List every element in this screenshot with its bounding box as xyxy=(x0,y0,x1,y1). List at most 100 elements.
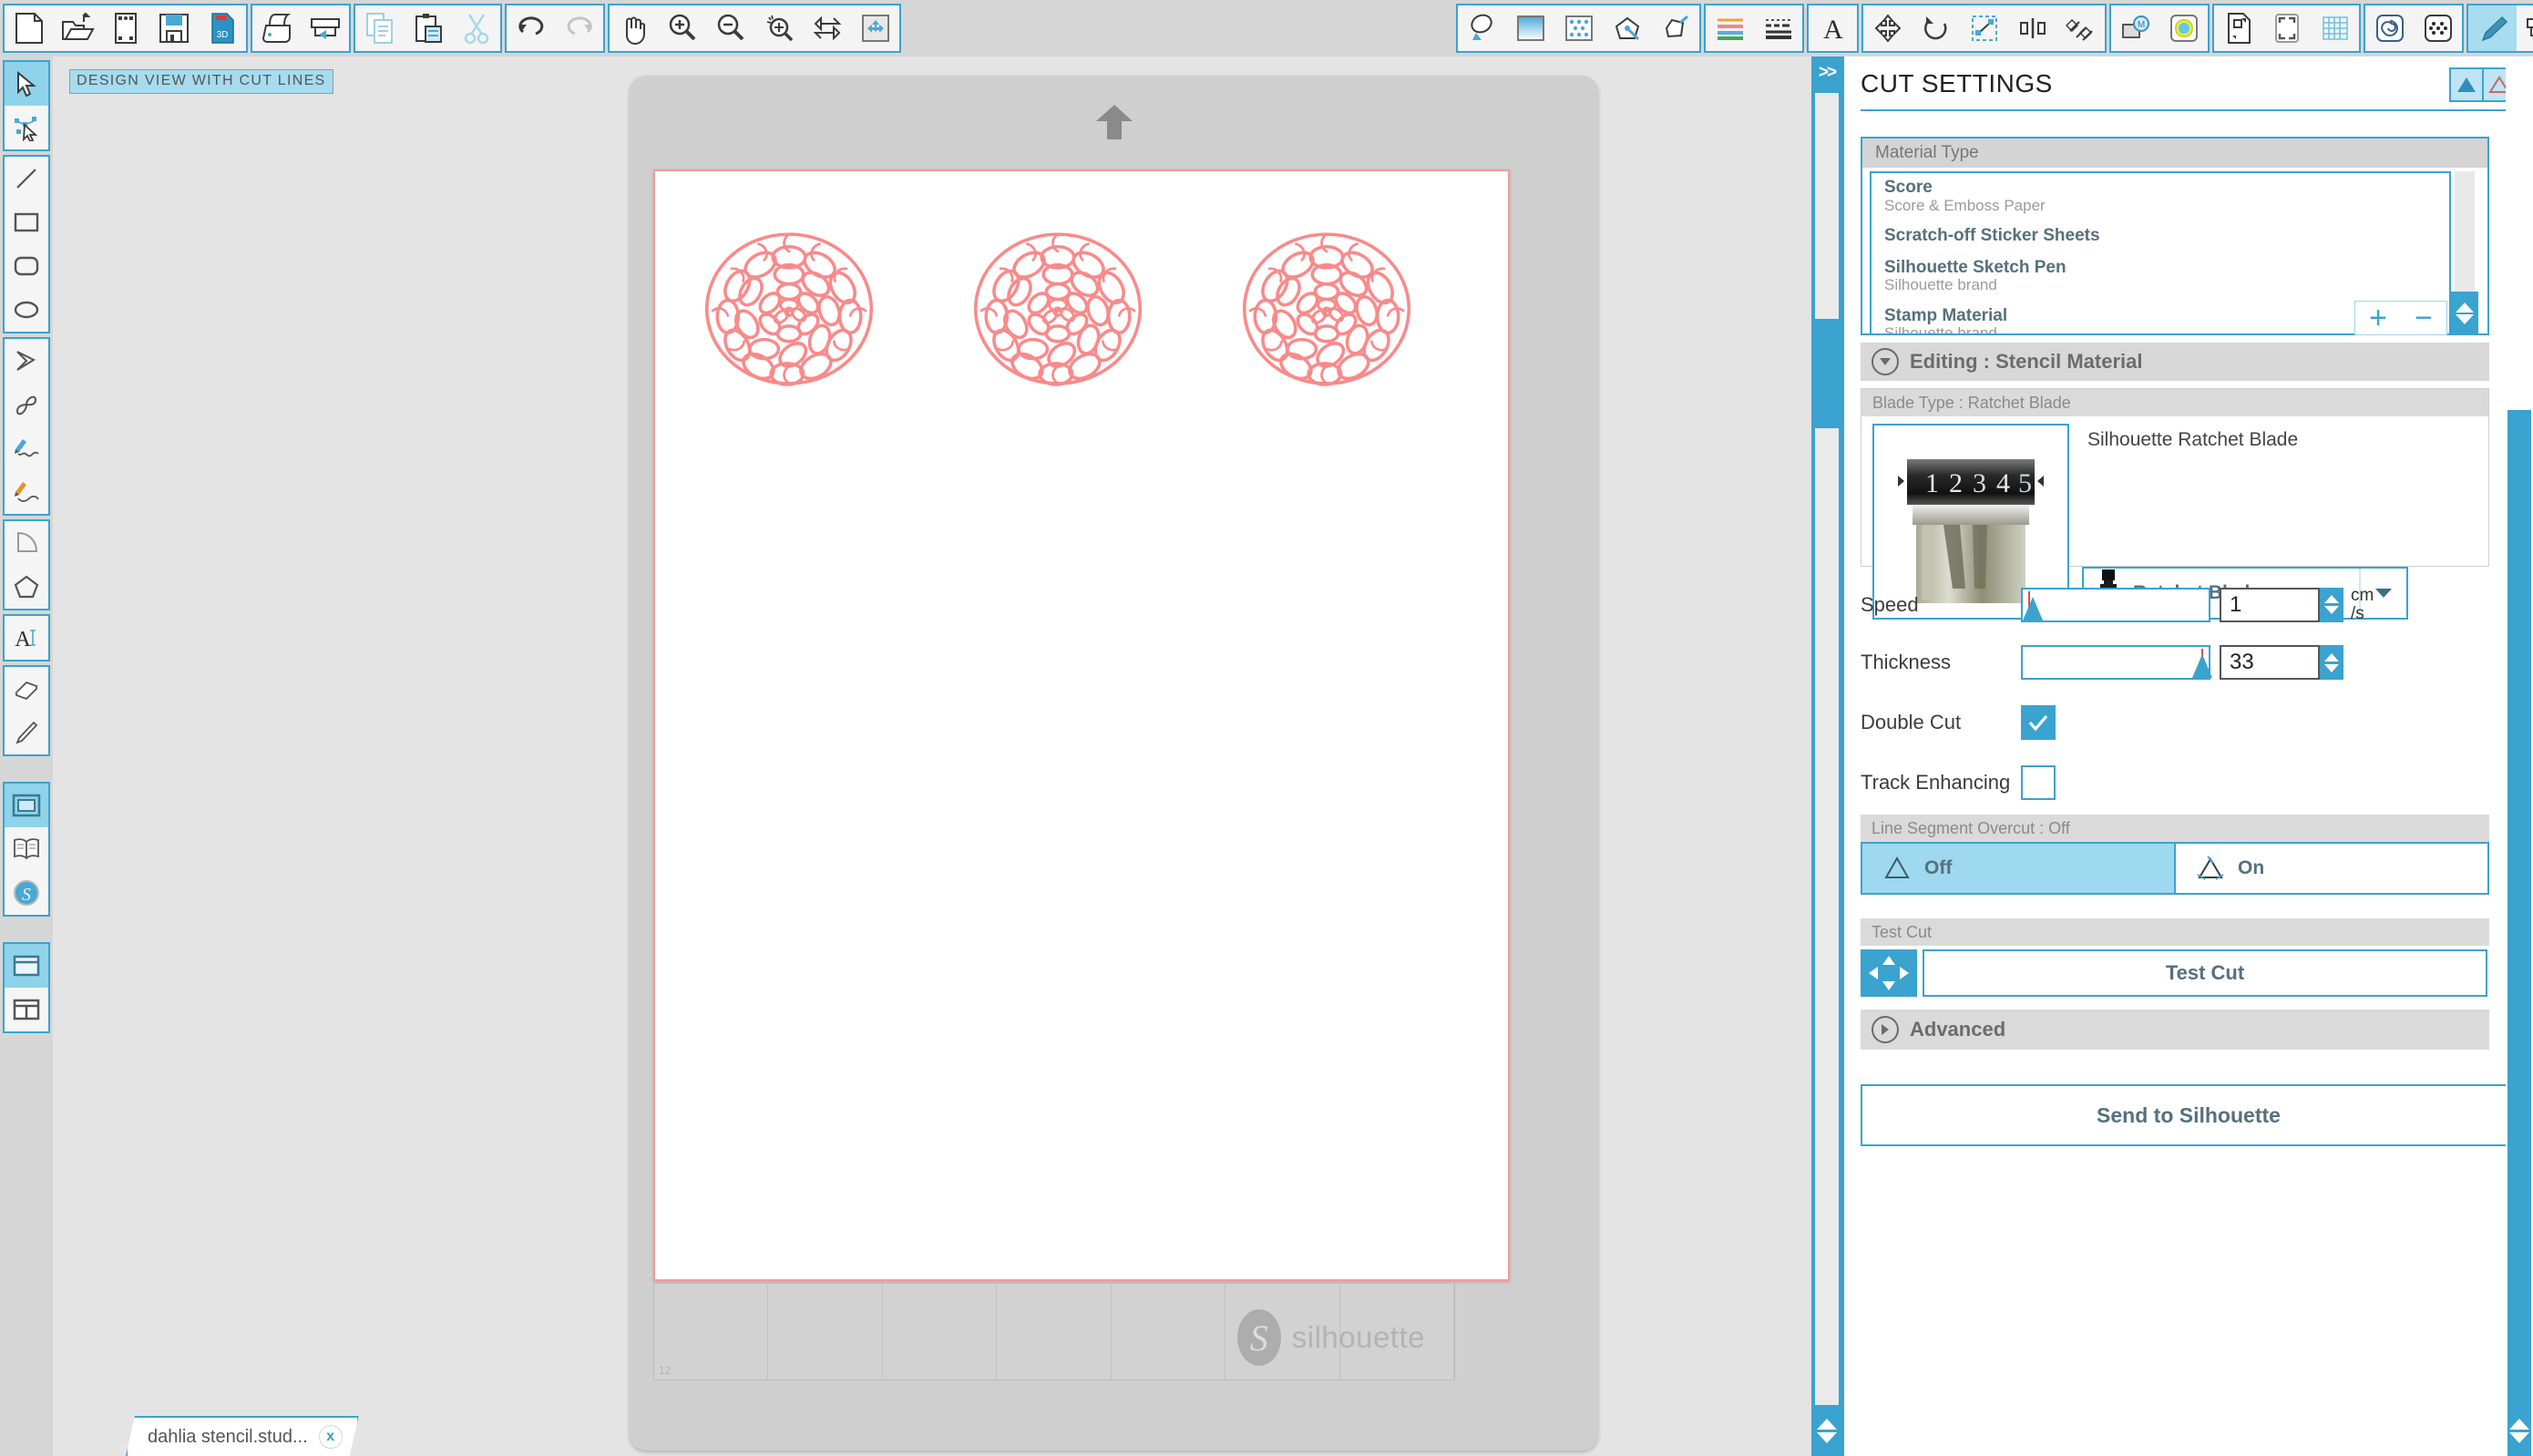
panel-scroll-thumb[interactable] xyxy=(2507,410,2531,1412)
track-enhancing-checkbox[interactable] xyxy=(2021,765,2056,800)
rotate-icon[interactable] xyxy=(1912,5,1960,51)
regular-polygon-tool-icon[interactable] xyxy=(5,565,48,609)
material-scroll-arrows[interactable] xyxy=(2451,292,2478,335)
test-cut-button[interactable]: Test Cut xyxy=(1923,949,2487,997)
smooth-freehand-tool-icon[interactable] xyxy=(5,470,48,514)
panel-vertical-scrollbar[interactable] xyxy=(2506,56,2533,1456)
gradient-fill-icon[interactable] xyxy=(1506,5,1554,51)
zoom-out-icon[interactable] xyxy=(706,5,754,51)
replicate-icon[interactable] xyxy=(2056,5,2105,51)
scrollbar-track[interactable] xyxy=(1815,93,1839,1405)
panel-collapse-icon[interactable]: >> xyxy=(1811,56,1842,89)
text-tool-icon[interactable]: A xyxy=(5,616,48,660)
design-page-icon[interactable] xyxy=(5,784,48,827)
save-icon[interactable] xyxy=(149,5,198,51)
scroll-down-icon[interactable] xyxy=(2456,314,2474,324)
registration-marks-icon[interactable] xyxy=(2262,5,2311,51)
knife-spiral-icon[interactable] xyxy=(2365,5,2414,51)
scale-icon[interactable] xyxy=(1960,5,2008,51)
zoom-in-icon[interactable] xyxy=(658,5,706,51)
speed-value-field[interactable]: 1 xyxy=(2220,587,2320,622)
arc-tool-icon[interactable] xyxy=(5,521,48,565)
send-to-cutter-icon[interactable] xyxy=(301,5,349,51)
speed-slider-knob[interactable] xyxy=(2023,596,2043,620)
dahlia-flower-3[interactable] xyxy=(1231,222,1422,395)
scroll-up-icon[interactable] xyxy=(2456,302,2474,313)
dahlia-flower-1[interactable] xyxy=(693,222,885,395)
stepper-down-icon[interactable] xyxy=(2324,663,2339,672)
trace-icon[interactable] xyxy=(2214,5,2262,51)
scrollbar-thumb[interactable] xyxy=(1815,319,1839,428)
single-view-icon[interactable] xyxy=(5,944,48,988)
new-document-icon[interactable] xyxy=(5,5,53,51)
stepper-down-icon[interactable] xyxy=(2324,606,2339,615)
grid-icon[interactable] xyxy=(2311,5,2359,51)
scroll-up-icon[interactable] xyxy=(2509,1418,2529,1430)
printer-icon[interactable] xyxy=(252,5,301,51)
thickness-value-field[interactable]: 33 xyxy=(2220,645,2320,680)
line-color-icon[interactable] xyxy=(1603,5,1651,51)
line-thickness-icon[interactable] xyxy=(1706,5,1754,51)
material-item-score[interactable]: Score Score & Emboss Paper xyxy=(1872,173,2449,221)
scroll-up-icon[interactable] xyxy=(1817,1418,1837,1430)
undo-icon[interactable] xyxy=(507,5,555,51)
material-item-sketch-pen[interactable]: Silhouette Sketch Pen Silhouette brand xyxy=(1872,253,2449,302)
scroll-down-icon[interactable] xyxy=(1817,1431,1837,1443)
dashed-lines-icon[interactable] xyxy=(1754,5,1802,51)
select-arrow-icon[interactable] xyxy=(5,62,48,106)
fit-to-window-icon[interactable] xyxy=(803,5,851,51)
stepper-up-icon[interactable] xyxy=(2324,595,2339,604)
speed-stepper[interactable] xyxy=(2320,587,2343,622)
thickness-slider[interactable] xyxy=(2021,645,2212,680)
thickness-slider-knob[interactable] xyxy=(2192,654,2212,678)
offset-icon[interactable] xyxy=(2159,5,2208,51)
stipple-icon[interactable] xyxy=(2414,5,2462,51)
chevron-right-icon[interactable] xyxy=(1872,1016,1899,1043)
rounded-rectangle-tool-icon[interactable] xyxy=(5,244,48,288)
chevron-down-icon[interactable] xyxy=(1872,348,1899,375)
curve-tool-icon[interactable] xyxy=(5,383,48,426)
zoom-selection-icon[interactable] xyxy=(754,5,803,51)
material-item-scratch-off[interactable]: Scratch-off Sticker Sheets xyxy=(1872,221,2449,253)
close-icon[interactable]: x xyxy=(319,1425,343,1449)
canvas-vertical-scrollbar[interactable]: >> xyxy=(1811,56,1842,1456)
redo-icon[interactable] xyxy=(555,5,603,51)
editing-material-bar[interactable]: Editing : Stencil Material xyxy=(1861,343,2489,381)
dahlia-flower-2[interactable] xyxy=(962,222,1154,395)
fit-to-page-icon[interactable] xyxy=(851,5,899,51)
remove-material-button[interactable]: − xyxy=(2415,302,2433,333)
eraser-tool-icon[interactable] xyxy=(5,667,48,711)
text-style-icon[interactable]: A xyxy=(1809,5,1857,51)
design-page[interactable] xyxy=(653,169,1510,1281)
overcut-on-button[interactable]: On xyxy=(2176,844,2487,893)
panel-scroll-arrows[interactable] xyxy=(2507,1405,2531,1456)
cut-scissors-icon[interactable] xyxy=(452,5,500,51)
open-folder-icon[interactable] xyxy=(53,5,101,51)
pan-hand-icon[interactable] xyxy=(610,5,658,51)
add-material-button[interactable]: + xyxy=(2369,302,2387,333)
double-cut-checkbox[interactable] xyxy=(2021,705,2056,740)
page-setup-icon[interactable] xyxy=(101,5,149,51)
modify-merge-icon[interactable]: M xyxy=(2111,5,2159,51)
fill-color-icon[interactable] xyxy=(1458,5,1506,51)
test-cut-position-dpad[interactable] xyxy=(1861,949,1917,997)
store-icon[interactable]: S xyxy=(5,871,48,915)
document-tab[interactable]: dahlia stencil.stud... x xyxy=(126,1416,359,1456)
send-panel-icon[interactable] xyxy=(2517,5,2533,51)
line-style-icon[interactable] xyxy=(1651,5,1699,51)
overcut-off-button[interactable]: Off xyxy=(1862,844,2176,893)
sd-card-icon[interactable]: 3D xyxy=(198,5,246,51)
thickness-stepper[interactable] xyxy=(2320,645,2343,680)
design-canvas[interactable]: DESIGN VIEW WITH CUT LINES 12 S silhouet… xyxy=(53,56,1811,1456)
send-to-silhouette-button[interactable]: Send to Silhouette xyxy=(1861,1084,2517,1146)
cut-settings-pen-icon[interactable] xyxy=(2468,5,2517,51)
scrollbar-arrows[interactable] xyxy=(1811,1405,1842,1456)
ellipse-tool-icon[interactable] xyxy=(5,288,48,332)
knife-tool-icon[interactable] xyxy=(5,711,48,754)
rectangle-tool-icon[interactable] xyxy=(5,200,48,244)
line-tool-icon[interactable] xyxy=(5,157,48,200)
pattern-fill-icon[interactable] xyxy=(1554,5,1603,51)
copy-icon[interactable] xyxy=(355,5,404,51)
move-icon[interactable] xyxy=(1863,5,1912,51)
advanced-bar[interactable]: Advanced xyxy=(1861,1010,2489,1050)
